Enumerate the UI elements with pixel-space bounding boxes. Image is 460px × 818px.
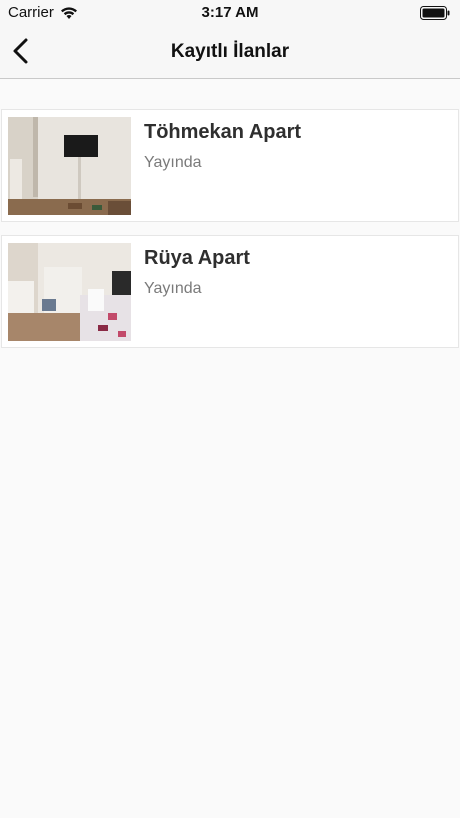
listing-card[interactable]: Töhmekan Apart Yayında xyxy=(1,109,459,222)
listing-status: Yayında xyxy=(144,154,202,171)
listing-title: Rüya Apart xyxy=(144,247,250,269)
status-bar: Carrier 3:17 AM xyxy=(0,0,460,26)
battery-icon xyxy=(420,6,450,20)
status-time: 3:17 AM xyxy=(201,4,259,21)
listing-photo xyxy=(8,117,131,215)
listing-card[interactable]: Rüya Apart Yayında xyxy=(1,235,459,348)
saved-listings-list: Töhmekan Apart Yayında Rüya Apart Yayınd… xyxy=(0,109,460,361)
listing-photo xyxy=(8,243,131,341)
navigation-bar: Kayıtlı İlanlar xyxy=(0,26,460,79)
listing-status: Yayında xyxy=(144,280,202,297)
listing-title: Töhmekan Apart xyxy=(144,121,302,143)
page-title: Kayıtlı İlanlar xyxy=(170,41,290,62)
